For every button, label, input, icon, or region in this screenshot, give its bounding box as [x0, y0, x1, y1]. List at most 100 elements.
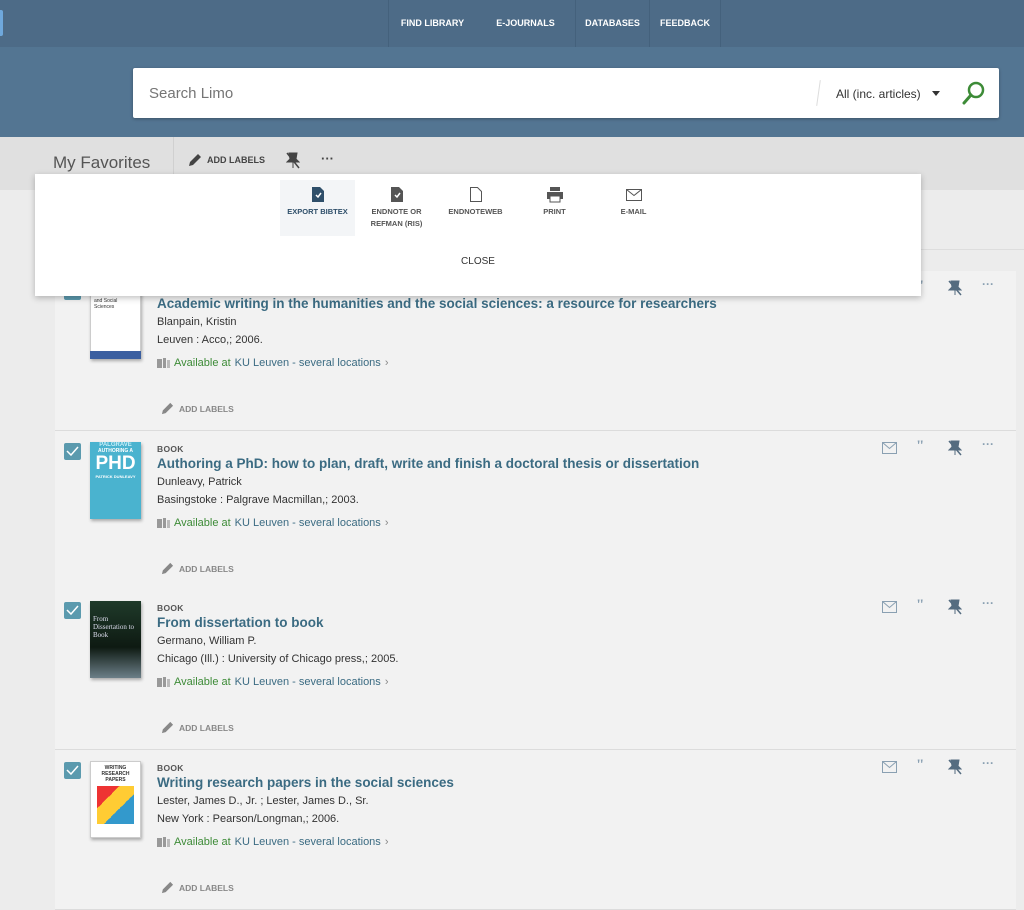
check-icon [66, 765, 79, 775]
check-icon [66, 605, 79, 615]
pencil-icon [161, 721, 174, 734]
search-scope-dropdown[interactable]: All (inc. articles) [836, 87, 940, 101]
scope-label: All (inc. articles) [836, 87, 921, 101]
add-labels-label: ADD LABELS [207, 155, 265, 165]
pencil-icon [161, 402, 174, 415]
search-input[interactable] [149, 68, 799, 118]
availability-link[interactable]: Available at KU Leuven - several location… [157, 836, 388, 848]
result-publication: Leuven : Acco,; 2006. [157, 334, 263, 346]
unpin-icon[interactable] [948, 280, 962, 296]
select-checkbox[interactable] [64, 602, 81, 619]
mail-icon [625, 189, 642, 201]
chevron-right-icon: › [384, 676, 389, 688]
resource-type: BOOK [157, 444, 184, 454]
nav-feedback[interactable]: FEEDBACK [649, 0, 721, 47]
book-cover[interactable]: From Dissertation to Book [90, 601, 141, 678]
book-stack-icon [157, 677, 170, 687]
search-icon[interactable] [961, 80, 987, 106]
availability-status: Available at [174, 836, 231, 848]
menu-edge-tab[interactable] [0, 10, 3, 36]
search-bar: All (inc. articles) [133, 68, 999, 118]
more-options-icon[interactable]: ··· [982, 437, 994, 451]
more-options-icon[interactable]: ··· [982, 277, 994, 291]
file-icon [469, 187, 482, 202]
option-label: E-MAIL [620, 207, 647, 216]
book-stack-icon [157, 518, 170, 528]
unpin-icon[interactable] [948, 599, 962, 615]
page-title: My Favorites [53, 153, 151, 172]
result-title[interactable]: Authoring a PhD: how to plan, draft, wri… [157, 456, 699, 471]
citation-quote-icon[interactable]: " [916, 757, 924, 774]
result-author: Lester, James D., Jr. ; Lester, James D.… [157, 795, 369, 807]
result-item: PALGRAVE AUTHORING A PHD PATRICK DUNLEAVY B… [55, 431, 1016, 591]
mail-icon[interactable] [882, 442, 897, 454]
add-labels-label: ADD LABELS [179, 882, 234, 893]
endnoteweb-option[interactable]: ENDNOTEWEB [438, 180, 513, 236]
add-labels-button[interactable]: ADD LABELS [161, 721, 234, 734]
more-options-icon[interactable]: ··· [982, 756, 994, 770]
add-labels-button[interactable]: ADD LABELS [161, 881, 234, 894]
result-item: WRITING RESEARCH PAPERS BOOK Writing res… [55, 750, 1016, 910]
pencil-icon [161, 562, 174, 575]
result-publication: Basingstoke : Palgrave Macmillan,; 2003. [157, 494, 359, 506]
mail-icon[interactable] [882, 601, 897, 613]
option-label: PRINT [543, 207, 566, 216]
book-stack-icon [157, 837, 170, 847]
file-ris-icon [390, 187, 403, 202]
availability-location: KU Leuven - several locations [234, 836, 381, 848]
result-author: Dunleavy, Patrick [157, 476, 242, 488]
caret-down-icon [932, 91, 940, 96]
unpin-icon[interactable] [286, 152, 300, 169]
result-actions: " ··· [876, 596, 1016, 620]
printer-icon [546, 187, 563, 203]
add-labels-label: ADD LABELS [179, 722, 234, 733]
more-options-icon[interactable]: ··· [982, 596, 994, 610]
result-title[interactable]: Writing research papers in the social sc… [157, 775, 454, 790]
add-labels-button[interactable]: ADD LABELS [188, 153, 265, 167]
option-label: ENDNOTE OR REFMAN (RIS) [370, 207, 423, 228]
pencil-icon [189, 154, 201, 166]
export-menu: EXPORT BIBTEX ENDNOTE OR REFMAN (RIS) EN… [35, 174, 921, 296]
print-option[interactable]: PRINT [517, 180, 592, 236]
availability-status: Available at [174, 357, 231, 369]
select-checkbox[interactable] [64, 443, 81, 460]
unpin-icon[interactable] [948, 759, 962, 775]
export-bibtex-option[interactable]: EXPORT BIBTEX [280, 180, 355, 236]
file-bibtex-icon [311, 187, 324, 202]
availability-link[interactable]: Available at KU Leuven - several location… [157, 676, 388, 688]
resource-type: BOOK [157, 603, 184, 613]
availability-location: KU Leuven - several locations [234, 517, 381, 529]
email-option[interactable]: E-MAIL [596, 180, 671, 236]
unpin-icon[interactable] [948, 440, 962, 456]
nav-find-library[interactable]: FIND LIBRARY [388, 0, 476, 47]
nav-databases[interactable]: DATABASES [575, 0, 649, 47]
nav-e-journals[interactable]: E-JOURNALS [476, 0, 575, 47]
citation-quote-icon[interactable]: " [916, 597, 924, 614]
chevron-right-icon: › [384, 357, 389, 369]
book-cover[interactable]: PALGRAVE AUTHORING A PHD PATRICK DUNLEAVY [90, 442, 141, 519]
option-label: EXPORT BIBTEX [287, 207, 348, 216]
book-cover[interactable]: WRITING RESEARCH PAPERS [90, 761, 141, 838]
mail-icon[interactable] [882, 761, 897, 773]
add-labels-label: ADD LABELS [179, 563, 234, 574]
chevron-right-icon: › [384, 517, 389, 529]
divider [816, 80, 821, 106]
add-labels-button[interactable]: ADD LABELS [161, 402, 234, 415]
close-button[interactable]: CLOSE [35, 256, 921, 267]
result-item: From Dissertation to Book BOOK From diss… [55, 590, 1016, 750]
pencil-icon [161, 881, 174, 894]
availability-status: Available at [174, 517, 231, 529]
availability-link[interactable]: Available at KU Leuven - several location… [157, 517, 388, 529]
select-checkbox[interactable] [64, 762, 81, 779]
endnote-refman-option[interactable]: ENDNOTE OR REFMAN (RIS) [359, 180, 434, 236]
citation-quote-icon[interactable]: " [916, 438, 924, 455]
result-title[interactable]: From dissertation to book [157, 615, 324, 630]
availability-link[interactable]: Available at KU Leuven - several location… [157, 357, 388, 369]
availability-location: KU Leuven - several locations [234, 357, 381, 369]
result-author: Blanpain, Kristin [157, 316, 237, 328]
result-actions: " ··· [876, 756, 1016, 780]
add-labels-button[interactable]: ADD LABELS [161, 562, 234, 575]
more-options-icon[interactable]: ··· [321, 151, 334, 166]
add-labels-label: ADD LABELS [179, 403, 234, 414]
result-title[interactable]: Academic writing in the humanities and t… [157, 296, 717, 311]
